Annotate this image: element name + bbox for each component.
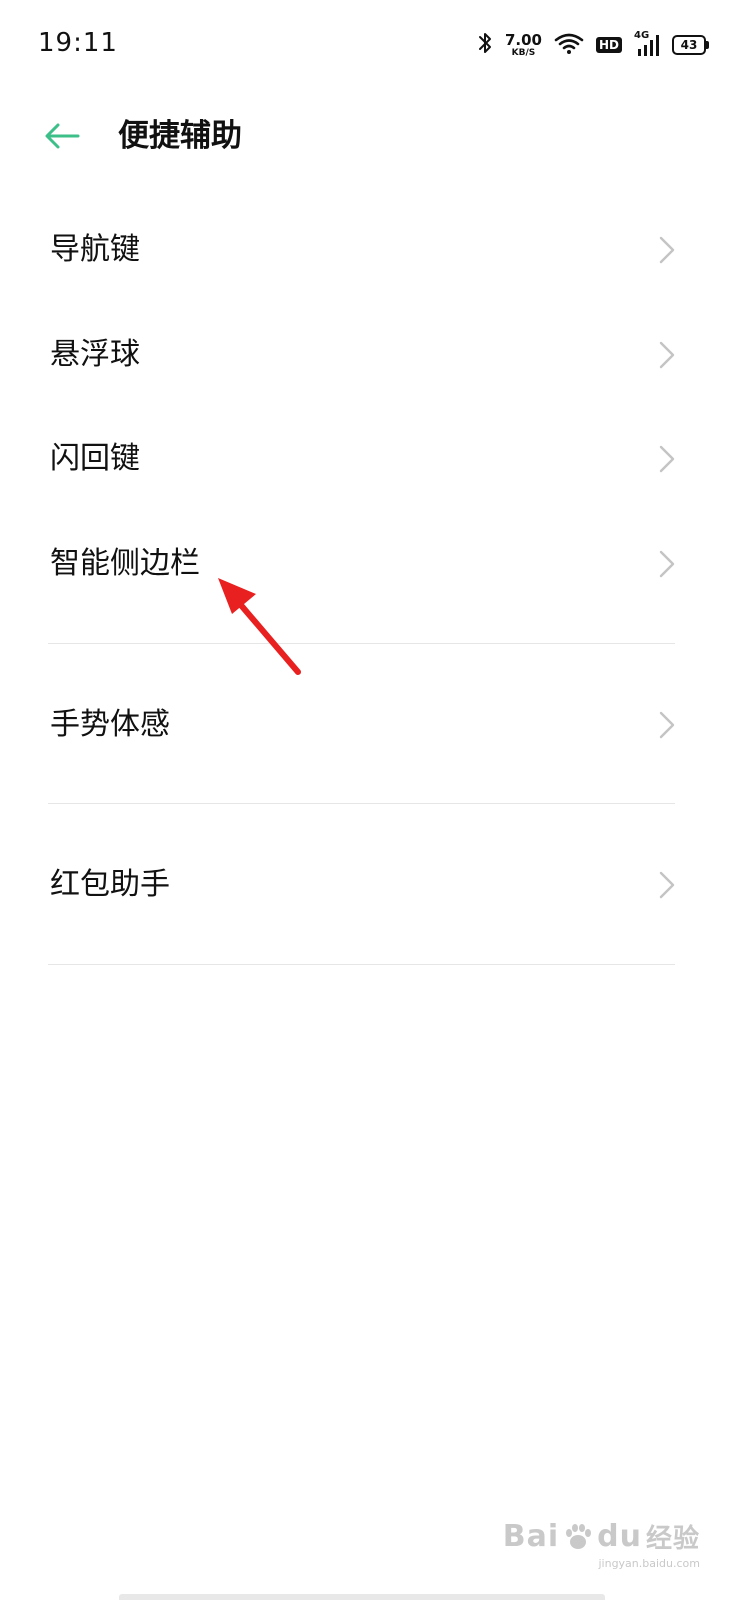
menu-item-label: 闪回键 bbox=[50, 441, 140, 476]
gesture-navigation-bar[interactable] bbox=[119, 1594, 605, 1600]
chevron-right-icon bbox=[659, 871, 675, 899]
page-title: 便捷辅助 bbox=[118, 118, 242, 154]
watermark-logo-text: du bbox=[597, 1519, 642, 1554]
menu-item-navigation-keys[interactable]: 导航键 bbox=[0, 200, 738, 300]
back-arrow-icon bbox=[45, 123, 80, 149]
menu-item-floating-ball[interactable]: 悬浮球 bbox=[0, 305, 738, 405]
battery-level: 43 bbox=[680, 38, 698, 52]
chevron-right-icon bbox=[659, 550, 675, 578]
menu-item-label: 悬浮球 bbox=[50, 337, 140, 372]
chevron-right-icon bbox=[659, 236, 675, 264]
status-bar: 19:11 7.00 KB/S HD 4G 43 bbox=[0, 0, 738, 90]
hd-badge: HD bbox=[595, 37, 622, 53]
section-divider bbox=[48, 803, 675, 804]
network-speed-value: 7.00 bbox=[504, 30, 542, 49]
chevron-right-icon bbox=[659, 445, 675, 473]
section-divider bbox=[48, 964, 675, 965]
annotation-arrow-icon bbox=[218, 578, 301, 675]
menu-item-gestures-motions[interactable]: 手势体感 bbox=[0, 675, 738, 775]
watermark-logo-text: 经验 bbox=[645, 1524, 700, 1554]
back-button[interactable] bbox=[38, 114, 86, 158]
network-speed-unit: KB/S bbox=[511, 47, 536, 58]
section-divider bbox=[48, 643, 675, 644]
menu-item-label: 智能侧边栏 bbox=[50, 546, 200, 581]
paw-icon bbox=[566, 1523, 592, 1549]
status-time: 19:11 bbox=[38, 28, 118, 58]
network-speed: 7.00 KB/S bbox=[504, 30, 542, 58]
chevron-right-icon bbox=[659, 341, 675, 369]
bluetooth-icon bbox=[477, 31, 493, 59]
menu-item-red-packet-assistant[interactable]: 红包助手 bbox=[0, 835, 738, 935]
status-icons: 7.00 KB/S HD 4G 43 bbox=[477, 30, 709, 60]
wifi-icon bbox=[554, 31, 584, 59]
menu-item-label: 导航键 bbox=[50, 232, 140, 267]
menu-item-flashback-key[interactable]: 闪回键 bbox=[0, 409, 738, 509]
menu-item-label: 手势体感 bbox=[50, 707, 170, 742]
watermark-logo: Bai du 经验 bbox=[503, 1518, 700, 1555]
watermark-logo-text: Bai bbox=[502, 1519, 560, 1554]
cellular-signal-icon: 4G bbox=[634, 30, 660, 58]
header: 便捷辅助 bbox=[0, 100, 738, 172]
battery-icon: 43 bbox=[672, 35, 709, 55]
watermark-url: jingyan.baidu.com bbox=[598, 1557, 700, 1570]
chevron-right-icon bbox=[659, 711, 675, 739]
menu-item-label: 红包助手 bbox=[50, 867, 170, 902]
baidu-watermark: Bai du 经验 jingyan.baidu.com bbox=[503, 1518, 700, 1570]
menu-item-smart-sidebar[interactable]: 智能侧边栏 bbox=[0, 514, 738, 614]
